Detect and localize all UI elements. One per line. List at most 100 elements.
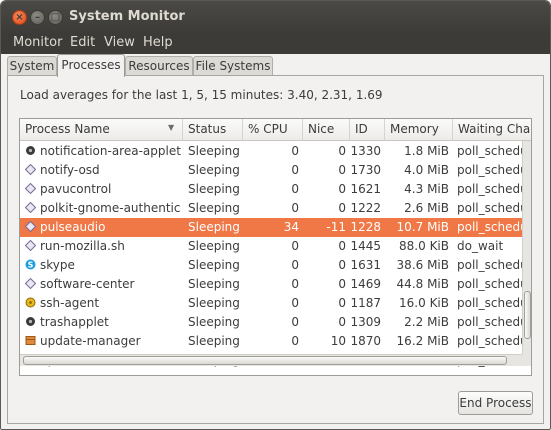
column-header-status[interactable]: Status [183,119,243,141]
process-name-cell: update-manager [40,334,141,348]
process-name-cell: pulseaudio [40,220,106,234]
end-process-button[interactable]: End Process [458,391,533,415]
process-status-cell: Sleeping [188,258,240,272]
process-nice-cell: 0 [338,144,346,158]
process-row-notification-area-applet[interactable]: notification-area-applet Sleeping 0 0 1330 1.… [20,142,522,161]
process-cpu-cell: 0 [291,315,299,329]
process-nice-cell: 0 [338,201,346,215]
process-id-cell: 1469 [350,277,381,291]
process-waiting-cell: poll_schedu [457,296,522,310]
process-waiting-cell: poll_schedu [457,277,522,291]
sort-descending-icon: ▼ [168,123,175,132]
process-row-skype[interactable]: Sskype Sleeping 0 0 1631 38.6 MiB poll_schedu [20,256,522,275]
process-id-cell: 1309 [350,315,381,329]
process-waiting-cell: poll_schedu [457,334,522,348]
process-memory-cell: 4.3 MiB [404,182,449,196]
process-status-cell: Sleeping [188,277,240,291]
load-averages-label: Load averages for the last 1, 5, 15 minu… [20,88,383,102]
process-waiting-cell: poll_schedu [457,258,522,272]
process-waiting-cell: poll_schedu [457,182,522,196]
process-nice-cell: 0 [338,315,346,329]
process-id-cell: 1621 [350,182,381,196]
process-id-cell: 1222 [350,201,381,215]
process-row-software-center[interactable]: software-center Sleeping 0 0 1469 44.8 MiB pol… [20,275,522,294]
process-memory-cell: 16.0 KiB [399,296,449,310]
column-header-id[interactable]: ID [350,119,385,141]
process-status-cell: Sleeping [188,182,240,196]
process-row-run-mozilla.sh[interactable]: run-mozilla.sh Sleeping 0 0 1445 88.0 KiB do_w… [20,237,522,256]
process-nice-cell: 0 [338,258,346,272]
system-monitor-window: × – □ System Monitor Monitor Edit View H… [0,0,551,430]
process-nice-cell: 0 [338,182,346,196]
tab-resources[interactable]: Resources [125,56,193,76]
process-name-cell: trashapplet [40,315,109,329]
process-cpu-cell: 0 [291,163,299,177]
process-nice-cell: 10 [330,334,346,348]
process-status-cell: Sleeping [188,220,240,234]
tab-system[interactable]: System [7,56,57,76]
process-status-cell: Sleeping [188,201,240,215]
process-id-cell: 1445 [350,239,381,253]
process-id-cell: 1870 [350,334,381,348]
process-cpu-cell: 0 [291,144,299,158]
process-id-cell: 1187 [350,296,381,310]
vertical-scroll-thumb[interactable] [524,291,531,339]
tab-processes[interactable]: Processes [57,54,125,77]
tab-file-systems[interactable]: File Systems [193,56,273,76]
process-cpu-cell: 0 [291,277,299,291]
process-table: Process Name ▼ Status % CPU Nice ID Memor… [19,118,532,376]
column-header-nice[interactable]: Nice [303,119,350,141]
process-row-polkit-gnome-authenticati[interactable]: polkit-gnome-authenticati Sleeping 0 0 1222 2… [20,199,522,218]
process-cpu-cell: 0 [291,182,299,196]
process-memory-cell: 4.0 MiB [404,163,449,177]
menu-help[interactable]: Help [143,35,173,50]
process-waiting-cell: poll_schedu [457,315,522,329]
column-header-label: Process Name [25,122,110,136]
process-row-pulseaudio[interactable]: pulseaudio Sleeping 34 -11 1228 10.7 MiB poll_… [20,218,522,237]
maximize-window-button[interactable]: □ [48,10,63,25]
process-cpu-cell: 0 [291,201,299,215]
menu-bar: Monitor Edit View Help [1,34,550,54]
window-title: System Monitor [69,9,185,24]
process-id-cell: 1730 [350,163,381,177]
process-waiting-cell: poll_schedu [457,201,522,215]
process-waiting-cell: do_wait [457,239,504,253]
process-id-cell: 1330 [350,144,381,158]
process-memory-cell: 16.2 MiB [396,334,449,348]
minimize-window-button[interactable]: – [30,10,45,25]
close-window-button[interactable]: × [12,10,27,25]
column-header-cpu[interactable]: % CPU [243,119,303,141]
process-cpu-cell: 0 [291,334,299,348]
process-name-cell: run-mozilla.sh [40,239,125,253]
column-header-waiting-channel[interactable]: Waiting Cha [453,119,531,141]
vertical-scrollbar[interactable] [522,141,531,354]
process-row-update-manager[interactable]: update-manager Sleeping 0 10 1870 16.2 MiB pol… [20,332,522,351]
process-cpu-cell: 0 [291,258,299,272]
process-status-cell: Sleeping [188,239,240,253]
process-row-notify-osd[interactable]: notify-osd Sleeping 0 0 1730 4.0 MiB poll_sche… [20,161,522,180]
menu-monitor[interactable]: Monitor [13,35,62,50]
svg-text:S: S [28,261,34,270]
process-name-cell: software-center [40,277,135,291]
process-waiting-cell: poll_schedu [457,144,522,158]
menu-edit[interactable]: Edit [70,35,95,50]
column-header-memory[interactable]: Memory [385,119,453,141]
process-memory-cell: 2.6 MiB [404,201,449,215]
process-row-trashapplet[interactable]: trashapplet Sleeping 0 0 1309 2.2 MiB poll_sch… [20,313,522,332]
process-nice-cell: 0 [338,163,346,177]
process-name-cell: pavucontrol [40,182,112,196]
process-memory-cell: 44.8 MiB [396,277,449,291]
menu-view[interactable]: View [104,35,135,50]
horizontal-scroll-thumb[interactable] [23,356,507,365]
column-header-process-name[interactable]: Process Name ▼ [20,119,183,141]
process-name-cell: polkit-gnome-authenticati [40,201,181,215]
process-nice-cell: -11 [326,220,346,234]
process-name-cell: ssh-agent [40,296,100,310]
process-nice-cell: 0 [338,239,346,253]
process-status-cell: Sleeping [188,315,240,329]
title-bar: × – □ System Monitor [1,1,550,34]
process-waiting-cell: poll_schedu [457,220,522,234]
process-row-ssh-agent[interactable]: ssh-agent Sleeping 0 0 1187 16.0 KiB poll_sche… [20,294,522,313]
horizontal-scrollbar[interactable] [20,354,522,366]
process-row-pavucontrol[interactable]: pavucontrol Sleeping 0 0 1621 4.3 MiB poll_sch… [20,180,522,199]
